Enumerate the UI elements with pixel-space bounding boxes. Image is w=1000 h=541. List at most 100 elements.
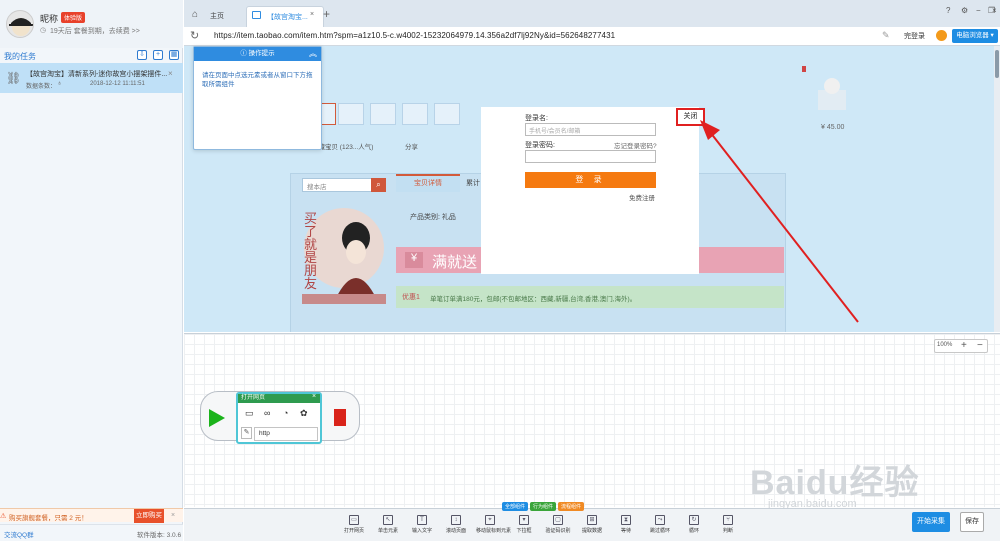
tool-extract[interactable]: ⊞ 提取数据 <box>578 515 606 534</box>
tool-label: 等待 <box>620 528 631 534</box>
tool-label: 打开网页 <box>343 528 364 534</box>
tool-label: 滚动页面 <box>445 528 466 534</box>
close-icon[interactable]: × <box>312 393 316 400</box>
tool-captcha[interactable]: ▢ 验证码识别 <box>544 515 572 534</box>
tool-label: 下拉框 <box>516 528 532 534</box>
watermark: Baidu经验 <box>750 464 920 502</box>
login-link[interactable]: 完登录 <box>904 31 925 41</box>
close-icon[interactable]: × <box>168 69 173 78</box>
url-field[interactable]: https://item.taobao.com/item.htm?spm=a1z… <box>214 31 615 40</box>
username-input[interactable]: 手机号/会员名/邮箱 <box>525 123 656 136</box>
password-label: 登录密码: <box>525 142 555 149</box>
browser-icon: ▭ <box>245 408 254 418</box>
category-label: 产品类别: 礼品 <box>410 214 456 221</box>
scrollbar-thumb[interactable] <box>995 50 999 78</box>
extract-icon: ⊞ <box>587 515 597 525</box>
task-title: 【故宫淘宝】清新系列-迷你故宫小摆架摆件... <box>26 71 168 78</box>
sidebar-footer: 交流QQ群 软件版本: 3.0.6 <box>0 524 183 541</box>
close-window-icon[interactable]: × <box>992 6 997 15</box>
forgot-password-link[interactable]: 忘记登录密码? <box>614 140 657 150</box>
link-icon: ∞ <box>264 408 271 418</box>
edit-icon[interactable]: ✎ <box>882 30 890 41</box>
annotation-arrow <box>700 120 859 323</box>
yen-icon: ¥ <box>405 252 423 268</box>
help-icon[interactable]: ? <box>946 6 950 15</box>
open-page-node[interactable]: 打开网页 × ▭ ∞ ◔ ✿ ✎ http <box>236 392 322 444</box>
password-input[interactable] <box>525 150 656 163</box>
mouse-icon: ⌖ <box>485 515 495 525</box>
share-link[interactable]: 分享 <box>405 141 418 151</box>
tab-current-label: 【故宫淘宝... <box>267 14 308 21</box>
close-icon[interactable]: × <box>310 11 314 18</box>
branch-icon: ⑂ <box>723 515 733 525</box>
tool-hover[interactable]: ⌖ 移动鼠标到元素 <box>476 515 511 534</box>
tool-input[interactable]: T 输入文字 <box>408 515 436 534</box>
flow-icon: ⛓ <box>6 71 22 85</box>
vertical-scrollbar[interactable] <box>994 46 1000 332</box>
tool-wait[interactable]: ⧗ 等待 <box>612 515 640 534</box>
search-icon[interactable]: ⌕ <box>371 178 386 192</box>
page-icon: ▭ <box>349 515 359 525</box>
user-icon[interactable] <box>936 30 947 41</box>
tip-header: ⓘ 操作提示 <box>194 47 321 61</box>
tool-open-page[interactable]: ▭ 打开网页 <box>340 515 368 534</box>
click-icon: ↖ <box>383 515 393 525</box>
tool-dropdown[interactable]: ▾ 下拉框 <box>510 515 538 534</box>
qq-group-link[interactable]: 交流QQ群 <box>4 529 34 539</box>
login-button[interactable]: 登 录 <box>525 172 656 188</box>
product-thumb[interactable] <box>402 103 428 125</box>
tool-condition[interactable]: ⑂ 判断 <box>714 515 742 534</box>
register-link[interactable]: 免费注册 <box>629 192 655 202</box>
zoom-control: 100% + − <box>934 339 988 353</box>
export-icon[interactable]: ⇩ <box>137 50 147 60</box>
edit-icon[interactable]: ✎ <box>241 427 252 439</box>
tab-reviews[interactable]: 累计 <box>466 178 480 188</box>
product-thumb[interactable] <box>434 103 460 125</box>
settings-icon[interactable]: ⚙ <box>961 6 968 15</box>
tool-label: 输入文字 <box>411 528 432 534</box>
avatar[interactable] <box>6 10 34 38</box>
zoom-in-button[interactable]: + <box>961 340 967 351</box>
tab-action-components[interactable]: 行为组件 <box>530 502 557 511</box>
tab-all-components[interactable]: 全部组件 <box>502 502 529 511</box>
tab-home[interactable]: ⌂ 主页 <box>188 6 242 25</box>
buy-now-button[interactable]: 立即购买 <box>134 509 164 523</box>
product-thumb[interactable] <box>370 103 396 125</box>
grid-icon[interactable]: ▦ <box>169 50 179 60</box>
tool-click[interactable]: ↖ 单击元素 <box>374 515 402 534</box>
product-image <box>802 64 862 122</box>
tab-item-detail[interactable]: 宝贝详情 <box>396 174 460 192</box>
new-task-icon[interactable]: + <box>153 50 163 60</box>
browser-mode-select[interactable]: 电脑浏览器 ▾ <box>952 29 998 43</box>
page-icon <box>252 11 261 19</box>
zoom-level: 100% <box>937 342 953 348</box>
play-icon[interactable] <box>209 409 225 427</box>
tool-break-loop[interactable]: ⤳ 跳过循环 <box>646 515 674 534</box>
stop-icon[interactable] <box>334 409 346 426</box>
save-button[interactable]: 保存 <box>960 512 984 532</box>
new-tab-button[interactable]: + <box>323 7 330 21</box>
tool-label: 验证码识别 <box>545 528 571 534</box>
start-collect-button[interactable]: 开始采集 <box>912 512 950 532</box>
collapse-icon[interactable]: ︽ <box>309 48 317 59</box>
url-placeholder: http <box>254 427 318 441</box>
warning-icon: ⚠ <box>0 513 7 520</box>
task-date: 2018-12-12 11:11:51 <box>90 81 145 87</box>
product-thumb[interactable] <box>338 103 364 125</box>
task-item[interactable]: ⛓ 【故宫淘宝】清新系列-迷你故宫小摆架摆件... 数据条数： ♁ 2018-1… <box>0 63 183 93</box>
tool-scroll[interactable]: ↕ 滚动页面 <box>442 515 470 534</box>
clock-icon: ◷ <box>40 27 47 34</box>
refresh-icon[interactable]: ↻ <box>190 29 199 42</box>
subscription-text[interactable]: 19天后 套餐到期，去续费 >> <box>50 26 140 36</box>
zoom-out-button[interactable]: − <box>977 340 983 351</box>
version-text: 软件版本: 3.0.6 <box>137 532 182 539</box>
close-icon[interactable]: × <box>171 512 175 519</box>
profile-name: 昵称 <box>40 14 59 24</box>
tool-loop[interactable]: ↻ 循环 <box>680 515 708 534</box>
node-title: 打开网页 <box>238 394 320 403</box>
tab-flow-components[interactable]: 流程组件 <box>558 502 585 511</box>
promo-text: 购买旗舰套餐，只需 2 元！ <box>9 515 88 522</box>
dropdown-icon: ▾ <box>519 515 529 525</box>
minimize-icon[interactable]: − <box>976 6 981 15</box>
tip-title: 操作提示 <box>248 50 275 57</box>
